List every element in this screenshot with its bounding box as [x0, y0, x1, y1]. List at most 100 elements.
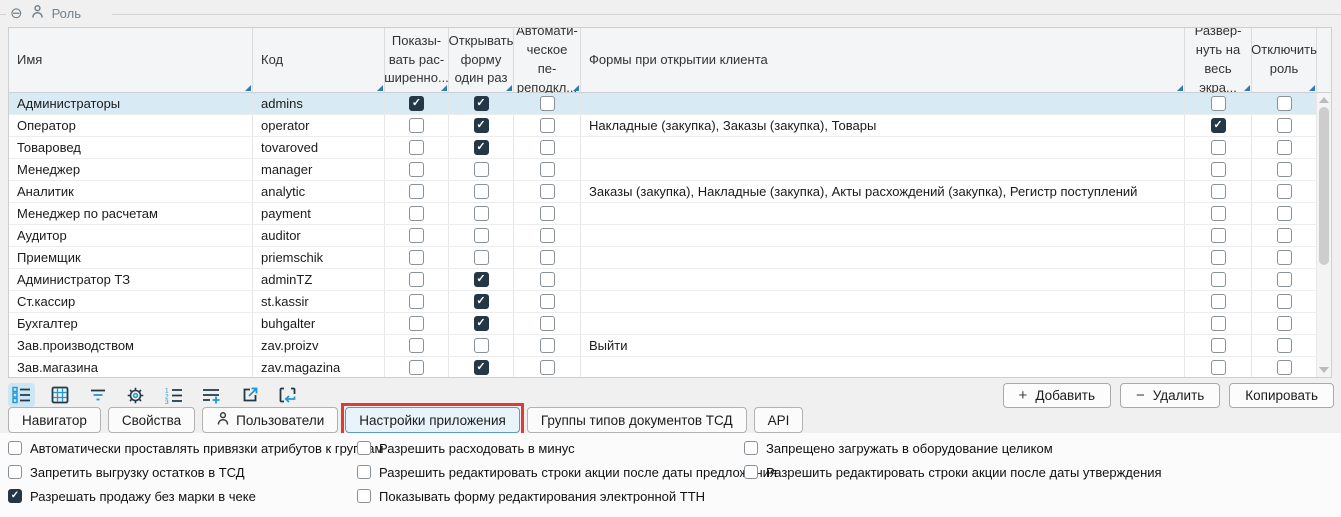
column-header-code[interactable]: Код — [253, 28, 385, 92]
checkbox-unchecked[interactable] — [409, 118, 424, 133]
checkbox-unchecked[interactable] — [357, 465, 371, 479]
checkbox-unchecked[interactable] — [1211, 294, 1226, 309]
checkbox-unchecked[interactable] — [1277, 272, 1292, 287]
column-header-open_once[interactable]: Открывать форму один раз — [449, 28, 514, 92]
checkbox-checked[interactable]: ✓ — [409, 96, 424, 111]
checkbox-unchecked[interactable] — [409, 184, 424, 199]
checkbox-unchecked[interactable] — [1211, 162, 1226, 177]
table-row[interactable]: Зав.магазинаzav.magazina✓ — [9, 357, 1331, 378]
settings-gear-icon[interactable] — [122, 383, 149, 407]
add-button[interactable]: +Добавить — [1003, 383, 1111, 408]
checkbox-unchecked[interactable] — [474, 184, 489, 199]
checkbox-unchecked[interactable] — [474, 228, 489, 243]
numbered-list-icon[interactable]: 123 — [160, 383, 187, 407]
checkbox-unchecked[interactable] — [1277, 228, 1292, 243]
checkbox-unchecked[interactable] — [8, 465, 22, 479]
checkbox-unchecked[interactable] — [1277, 118, 1292, 133]
table-row[interactable]: Зав.производствомzav.proizvВыйти — [9, 335, 1331, 357]
table-row[interactable]: Ст.кассирst.kassir✓ — [9, 291, 1331, 313]
table-row[interactable]: Операторoperator✓Накладные (закупка), За… — [9, 115, 1331, 137]
checkbox-unchecked[interactable] — [409, 316, 424, 331]
checkbox-checked[interactable]: ✓ — [474, 96, 489, 111]
checkbox-unchecked[interactable] — [474, 206, 489, 221]
column-header-disable_role[interactable]: Отключить роль — [1252, 28, 1317, 92]
checkbox-unchecked[interactable] — [409, 338, 424, 353]
checkbox-unchecked[interactable] — [409, 294, 424, 309]
table-row[interactable]: Менеджер по расчетамpayment — [9, 203, 1331, 225]
checkbox-checked[interactable]: ✓ — [474, 316, 489, 331]
column-header-forms[interactable]: Формы при открытии клиента — [581, 28, 1185, 92]
setting-item[interactable]: Показывать форму редактирования электрон… — [357, 484, 777, 508]
tab-app-settings[interactable]: Настройки приложения — [345, 407, 520, 433]
open-external-icon[interactable] — [236, 383, 263, 407]
grid-view-icon[interactable] — [46, 383, 73, 407]
checkbox-unchecked[interactable] — [540, 360, 555, 375]
checkbox-checked[interactable]: ✓ — [1211, 118, 1226, 133]
checkbox-unchecked[interactable] — [1277, 338, 1292, 353]
checkbox-unchecked[interactable] — [540, 118, 555, 133]
checkbox-unchecked[interactable] — [1277, 360, 1292, 375]
checkbox-unchecked[interactable] — [744, 441, 758, 455]
checkbox-unchecked[interactable] — [1211, 338, 1226, 353]
filter-icon[interactable] — [84, 383, 111, 407]
checkbox-unchecked[interactable] — [540, 96, 555, 111]
table-row[interactable]: АналитикanalyticЗаказы (закупка), Наклад… — [9, 181, 1331, 203]
table-row[interactable]: Приемщикpriemschik — [9, 247, 1331, 269]
checkbox-unchecked[interactable] — [357, 489, 371, 503]
checkbox-unchecked[interactable] — [409, 228, 424, 243]
checkbox-checked[interactable]: ✓ — [474, 272, 489, 287]
scrollbar-thumb[interactable] — [1319, 107, 1329, 265]
setting-item[interactable]: Запрещено загружать в оборудование целик… — [744, 436, 1162, 460]
checkbox-unchecked[interactable] — [540, 206, 555, 221]
checkbox-unchecked[interactable] — [474, 338, 489, 353]
checkbox-unchecked[interactable] — [1277, 162, 1292, 177]
checkbox-unchecked[interactable] — [1211, 228, 1226, 243]
checkbox-unchecked[interactable] — [1211, 316, 1226, 331]
checkbox-unchecked[interactable] — [540, 272, 555, 287]
tab-tsd-doc-groups[interactable]: Группы типов документов ТСД — [527, 407, 747, 433]
column-header-show_extended[interactable]: Показы- вать рас- ширенно... — [385, 28, 449, 92]
tab-properties[interactable]: Свойства — [108, 407, 195, 433]
table-row[interactable]: Бухгалтерbuhgalter✓ — [9, 313, 1331, 335]
checkbox-unchecked[interactable] — [540, 250, 555, 265]
checkbox-checked[interactable]: ✓ — [474, 140, 489, 155]
scroll-down-icon[interactable] — [1319, 367, 1329, 373]
checkbox-unchecked[interactable] — [1277, 316, 1292, 331]
checkbox-unchecked[interactable] — [540, 228, 555, 243]
checkbox-unchecked[interactable] — [1277, 184, 1292, 199]
checkbox-unchecked[interactable] — [409, 272, 424, 287]
setting-item[interactable]: Разрешить редактировать строки акции пос… — [744, 460, 1162, 484]
checkbox-checked[interactable]: ✓ — [474, 118, 489, 133]
add-row-icon[interactable] — [198, 383, 225, 407]
checklist-view-icon[interactable] — [8, 383, 35, 407]
checkbox-unchecked[interactable] — [1211, 272, 1226, 287]
checkbox-unchecked[interactable] — [540, 338, 555, 353]
tab-api[interactable]: API — [754, 407, 804, 433]
setting-item[interactable]: Запретить выгрузку остатков в ТСД — [8, 460, 383, 484]
table-row[interactable]: Администратор ТЗadminTZ✓ — [9, 269, 1331, 291]
checkbox-unchecked[interactable] — [1211, 360, 1226, 375]
checkbox-unchecked[interactable] — [1277, 96, 1292, 111]
column-header-name[interactable]: Имя — [9, 28, 253, 92]
checkbox-unchecked[interactable] — [409, 250, 424, 265]
table-row[interactable]: Администраторыadmins✓✓ — [9, 93, 1331, 115]
checkbox-checked[interactable]: ✓ — [8, 489, 22, 503]
checkbox-unchecked[interactable] — [540, 162, 555, 177]
tab-users[interactable]: Пользователи — [202, 407, 338, 433]
column-header-fullscreen[interactable]: Развер- нуть на весь экра... — [1185, 28, 1252, 92]
checkbox-unchecked[interactable] — [1211, 140, 1226, 155]
checkbox-unchecked[interactable] — [744, 465, 758, 479]
copy-button[interactable]: Копировать — [1229, 383, 1334, 408]
checkbox-unchecked[interactable] — [540, 184, 555, 199]
checkbox-unchecked[interactable] — [8, 441, 22, 455]
checkbox-unchecked[interactable] — [540, 316, 555, 331]
table-row[interactable]: Аудиторauditor — [9, 225, 1331, 247]
setting-item[interactable]: Разрешить расходовать в минус — [357, 436, 777, 460]
setting-item[interactable]: Автоматически проставлять привязки атриб… — [8, 436, 383, 460]
checkbox-unchecked[interactable] — [357, 441, 371, 455]
scroll-up-icon[interactable] — [1319, 97, 1329, 103]
checkbox-unchecked[interactable] — [1211, 250, 1226, 265]
checkbox-unchecked[interactable] — [1211, 184, 1226, 199]
checkbox-checked[interactable]: ✓ — [474, 294, 489, 309]
setting-item[interactable]: Разрешить редактировать строки акции пос… — [357, 460, 777, 484]
